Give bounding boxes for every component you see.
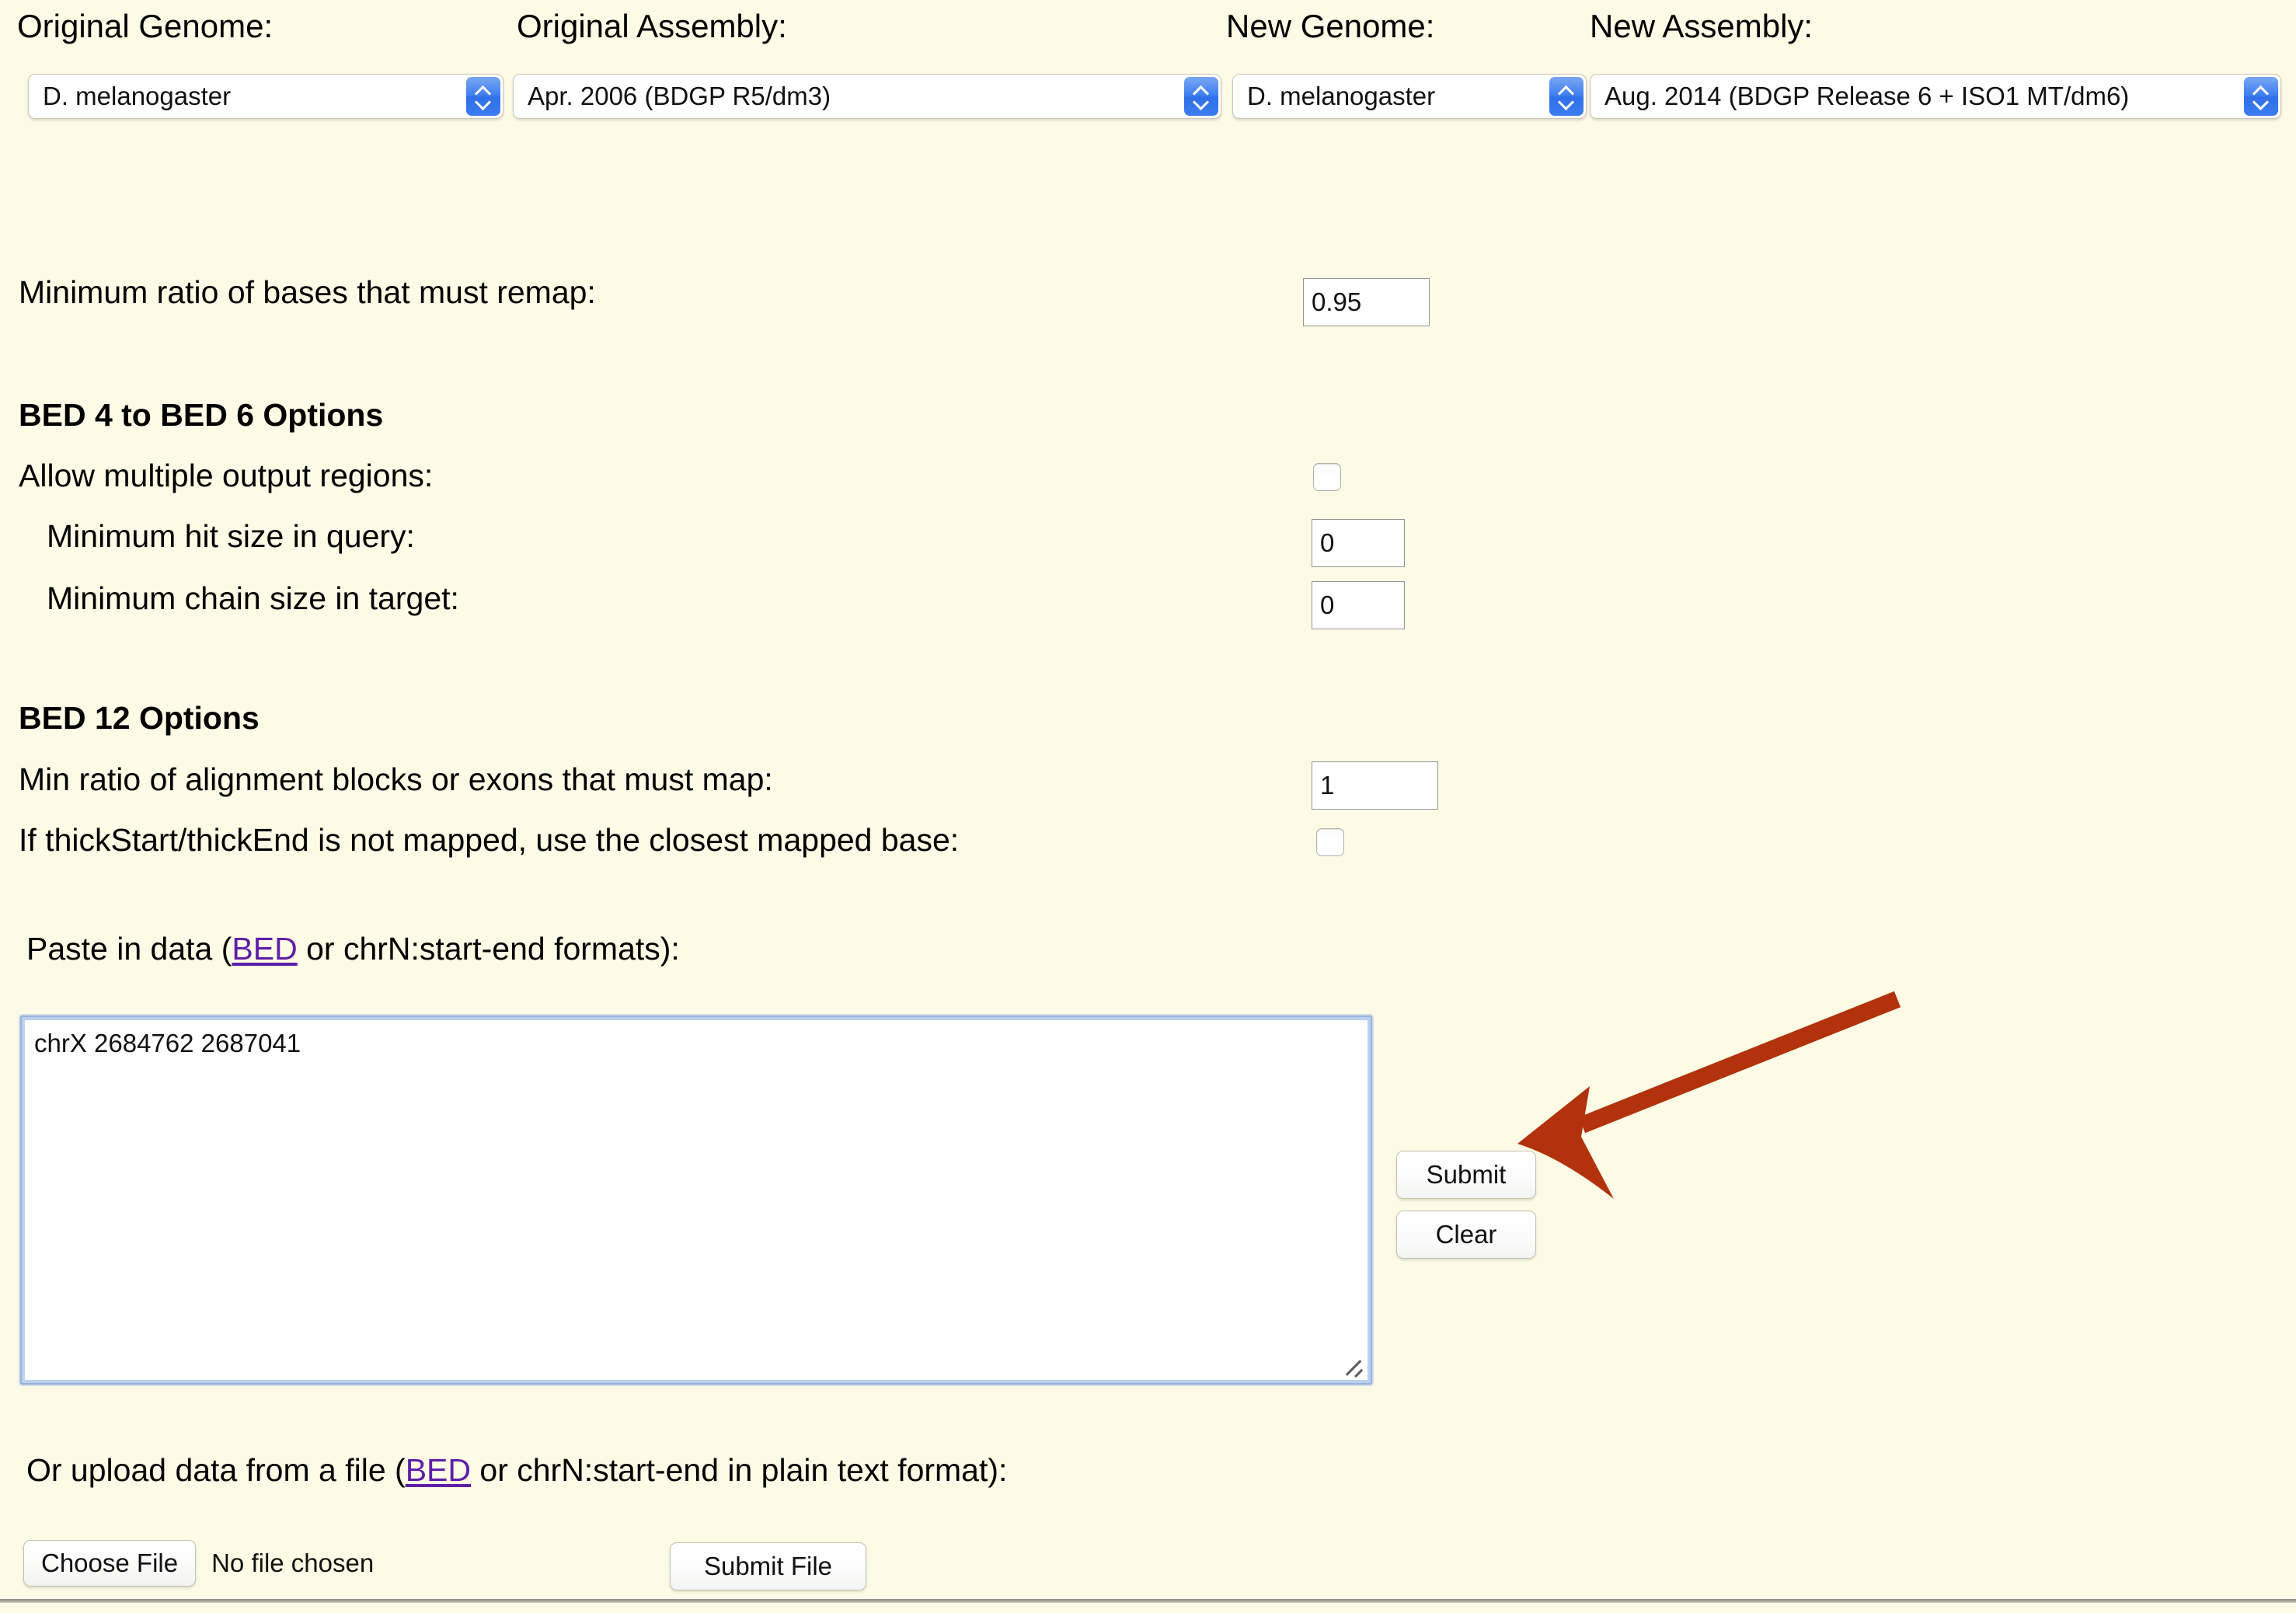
min-ratio-blocks-label: Min ratio of alignment blocks or exons t… (19, 761, 773, 797)
bed-format-link-upload[interactable]: BED (406, 1452, 471, 1488)
file-picker[interactable]: Choose File No file chosen (23, 1540, 374, 1587)
bed12-title: BED 12 Options (19, 700, 260, 736)
original-genome-select[interactable]: D. melanogaster (28, 74, 503, 119)
new-genome-value: D. melanogaster (1247, 82, 1436, 110)
min-ratio-input[interactable]: 0.95 (1303, 278, 1430, 326)
upload-file-suffix: or chrN:start-end in plain text format): (471, 1452, 1008, 1488)
original-assembly-label: Original Assembly: (517, 8, 787, 44)
bed-format-link-paste[interactable]: BED (232, 931, 297, 967)
original-genome-stepper-icon[interactable] (466, 77, 500, 116)
liftover-form-page: Original Genome: Original Assembly: New … (0, 0, 2296, 1613)
new-assembly-select[interactable]: Aug. 2014 (BDGP Release 6 + ISO1 MT/dm6) (1590, 74, 2281, 119)
upload-file-label: Or upload data from a file (BED or chrN:… (26, 1451, 1007, 1489)
textarea-resize-handle-icon[interactable] (1341, 1354, 1364, 1378)
paste-data-textarea[interactable]: chrX 2684762 2687041 (20, 1016, 1372, 1385)
original-assembly-stepper-icon[interactable] (1184, 77, 1218, 116)
upload-file-prefix: Or upload data from a file ( (26, 1452, 406, 1488)
new-genome-stepper-icon[interactable] (1549, 77, 1584, 116)
no-file-chosen-text: No file chosen (211, 1549, 375, 1577)
paste-data-textarea-value[interactable]: chrX 2684762 2687041 (26, 1022, 1366, 1378)
bed4to6-title: BED 4 to BED 6 Options (19, 397, 384, 433)
choose-file-button[interactable]: Choose File (23, 1540, 197, 1587)
thick-start-end-label: If thickStart/thickEnd is not mapped, us… (19, 822, 960, 858)
new-assembly-value: Aug. 2014 (BDGP Release 6 + ISO1 MT/dm6) (1604, 82, 2130, 110)
min-hit-size-label: Minimum hit size in query: (47, 518, 415, 554)
submit-button[interactable]: Submit (1396, 1151, 1536, 1199)
thick-start-end-checkbox[interactable] (1316, 828, 1344, 856)
new-assembly-label: New Assembly: (1590, 8, 1813, 44)
new-genome-select[interactable]: D. melanogaster (1232, 74, 1587, 119)
min-ratio-blocks-input[interactable]: 1 (1312, 761, 1438, 810)
new-assembly-stepper-icon[interactable] (2244, 77, 2278, 116)
submit-file-button[interactable]: Submit File (670, 1542, 866, 1590)
allow-multiple-label: Allow multiple output regions: (19, 458, 434, 493)
page-bottom-divider (0, 1599, 2296, 1603)
min-hit-size-input[interactable]: 0 (1312, 519, 1405, 567)
paste-in-data-suffix: or chrN:start-end formats): (297, 931, 680, 967)
allow-multiple-checkbox[interactable] (1313, 463, 1341, 491)
min-chain-size-label: Minimum chain size in target: (47, 580, 459, 616)
clear-button[interactable]: Clear (1396, 1211, 1536, 1259)
original-genome-label: Original Genome: (17, 8, 273, 44)
paste-in-data-label: Paste in data (BED or chrN:start-end for… (26, 930, 680, 967)
min-chain-size-input[interactable]: 0 (1312, 581, 1405, 629)
paste-in-data-prefix: Paste in data ( (26, 931, 232, 967)
new-genome-label: New Genome: (1226, 8, 1435, 44)
min-ratio-label: Minimum ratio of bases that must remap: (19, 274, 596, 310)
original-assembly-value: Apr. 2006 (BDGP R5/dm3) (528, 82, 831, 110)
original-assembly-select[interactable]: Apr. 2006 (BDGP R5/dm3) (513, 74, 1221, 119)
original-genome-value: D. melanogaster (43, 82, 232, 110)
